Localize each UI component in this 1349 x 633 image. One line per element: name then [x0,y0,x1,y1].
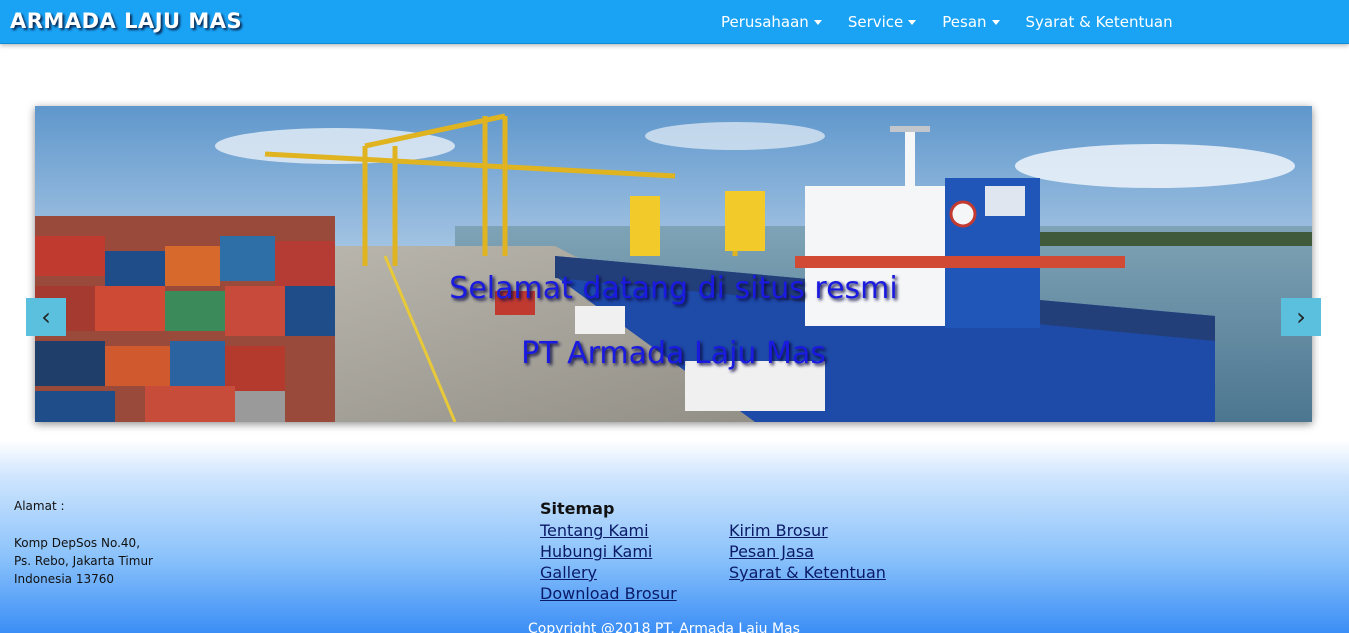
nav-item-label: Perusahaan [721,13,809,31]
nav-item-label: Service [847,13,904,31]
carousel-prev-button[interactable]: ‹ [26,298,66,336]
page-footer: Alamat : Komp DepSos No.40, Ps. Rebo, Ja… [0,440,1349,633]
address-line: Komp DepSos No.40, [14,536,141,550]
nav-item-label: Syarat & Ketentuan [1025,13,1173,31]
address-label: Alamat : [14,499,65,513]
nav-item-syarat-ketentuan[interactable]: Syarat & Ketentuan [1013,0,1186,44]
address-line: Indonesia 13760 [14,572,115,586]
caret-down-icon [991,19,1000,25]
sitemap-column: Kirim Brosur Pesan Jasa Syarat & Ketentu… [729,520,886,583]
sitemap-link-pesan-jasa[interactable]: Pesan Jasa [729,541,886,562]
sitemap-link-tentang-kami[interactable]: Tentang Kami [540,520,677,541]
top-navbar: ARMADA LAJU MAS Perusahaan Service Pesan… [0,0,1349,44]
sitemap-link-hubungi-kami[interactable]: Hubungi Kami [540,541,677,562]
hero-carousel: Selamat datang di situs resmi PT Armada … [35,106,1312,422]
carousel-next-button[interactable]: › [1281,298,1321,336]
nav-item-perusahaan[interactable]: Perusahaan [708,0,835,44]
nav-menu: Perusahaan Service Pesan Syarat & Ketent… [708,0,1186,44]
nav-item-service[interactable]: Service [835,0,929,44]
chevron-left-icon: ‹ [41,303,51,331]
carousel-caption-line1: Selamat datang di situs resmi [449,271,898,306]
sitemap-link-download-brosur[interactable]: Download Brosur [540,583,677,604]
sitemap-link-kirim-brosur[interactable]: Kirim Brosur [729,520,886,541]
sitemap-link-syarat-ketentuan[interactable]: Syarat & Ketentuan [729,562,886,583]
brand-logo-text[interactable]: ARMADA LAJU MAS [10,9,242,33]
nav-item-label: Pesan [942,13,987,31]
sitemap-column: Tentang Kami Hubungi Kami Gallery Downlo… [540,520,677,604]
carousel-caption-line2: PT Armada Laju Mas [521,336,826,371]
chevron-right-icon: › [1296,303,1306,331]
port-scene-image [35,106,1312,422]
sitemap-title: Sitemap [540,499,615,518]
caret-down-icon [813,19,822,25]
address-line: Ps. Rebo, Jakarta Timur [14,554,153,568]
sitemap-link-gallery[interactable]: Gallery [540,562,677,583]
caret-down-icon [908,19,917,25]
nav-item-pesan[interactable]: Pesan [929,0,1012,44]
address-block: Komp DepSos No.40, Ps. Rebo, Jakarta Tim… [14,534,153,588]
copyright-text: Copyright @2018 PT. Armada Laju Mas [528,621,800,633]
